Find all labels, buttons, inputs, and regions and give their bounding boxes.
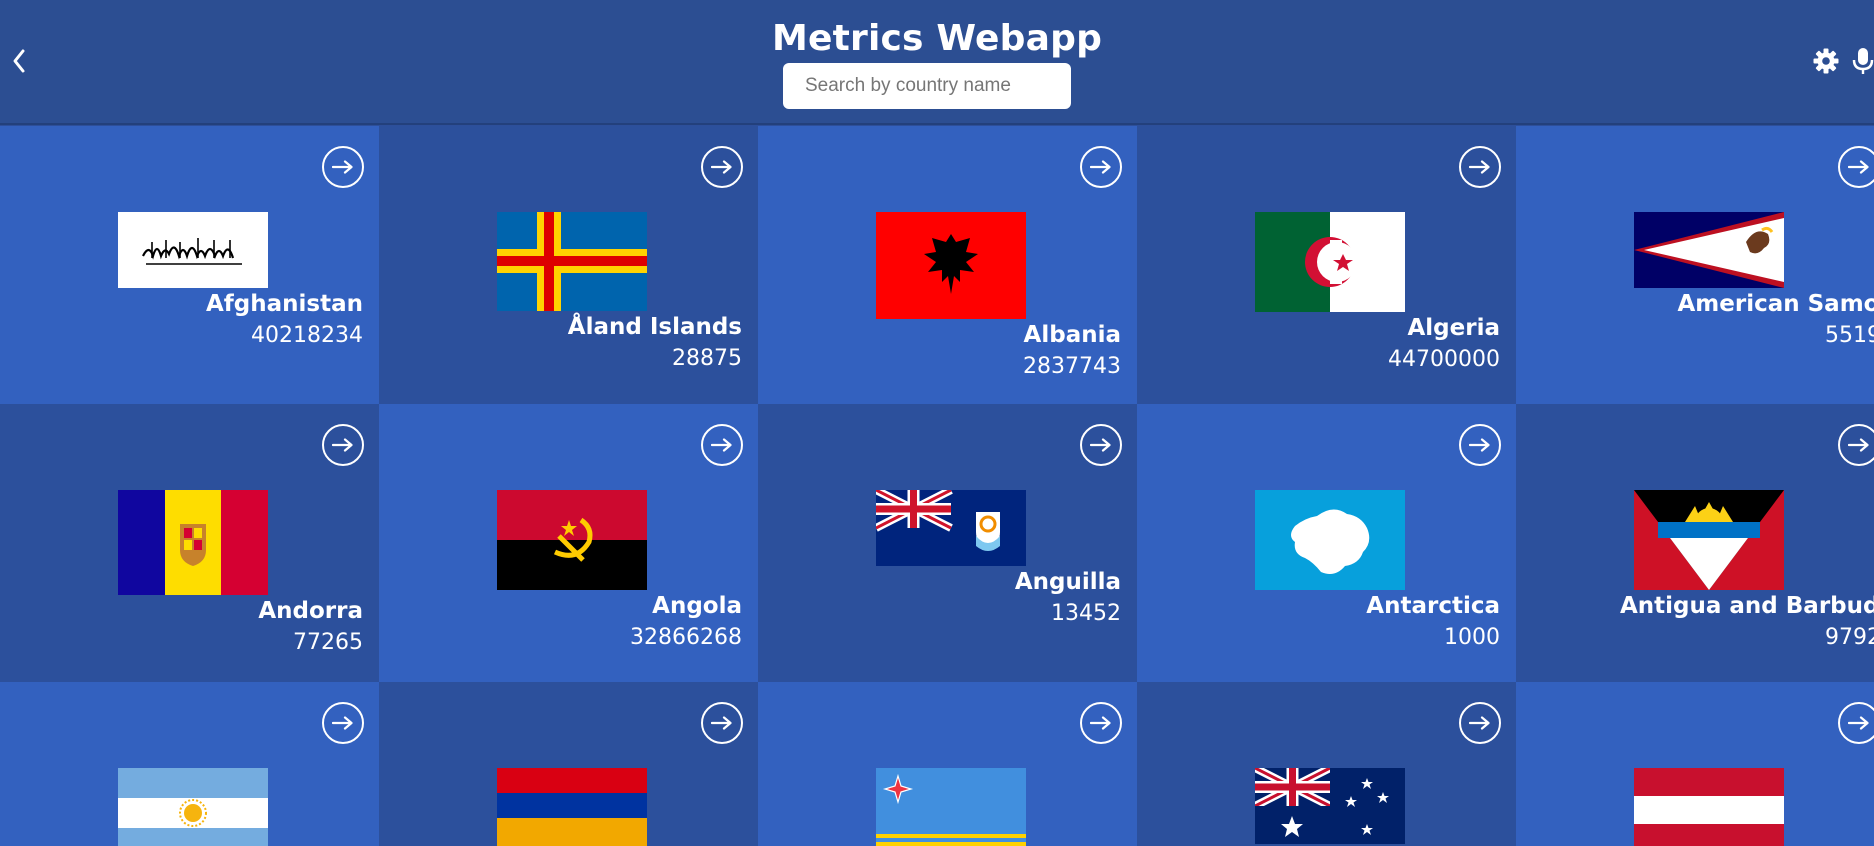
flag-antigua-and-barbuda <box>1634 490 1784 590</box>
country-name: Angola <box>652 593 742 619</box>
country-population: 28875 <box>672 346 742 371</box>
open-details-button[interactable] <box>1838 424 1874 466</box>
open-details-button[interactable] <box>322 146 364 188</box>
arrow-right-icon <box>1469 160 1490 174</box>
country-card[interactable]: Andorra 77265 <box>0 404 379 682</box>
country-name: Albania <box>1023 322 1121 348</box>
arrow-right-icon <box>1090 716 1111 730</box>
country-card[interactable]: Antigua and Barbuda 97928 <box>1516 404 1874 682</box>
open-details-button[interactable] <box>1459 146 1501 188</box>
country-card[interactable]: American Samoa 55197 <box>1516 126 1874 404</box>
country-population: 97928 <box>1825 625 1874 650</box>
country-name: Antarctica <box>1366 593 1500 619</box>
arrow-right-icon <box>1848 438 1869 452</box>
flag-austria <box>1634 768 1784 846</box>
country-population: 40218234 <box>251 323 363 348</box>
open-details-button[interactable] <box>1459 702 1501 744</box>
country-population: 1000 <box>1444 625 1500 650</box>
open-details-button[interactable] <box>701 146 743 188</box>
flag-australia <box>1255 768 1405 844</box>
flag-american-samoa <box>1634 212 1784 288</box>
country-population: 44700000 <box>1388 347 1500 372</box>
country-card[interactable] <box>379 682 758 846</box>
microphone-icon <box>1852 48 1874 74</box>
gear-icon <box>1813 48 1839 74</box>
flag-angola <box>497 490 647 590</box>
arrow-right-icon <box>1848 160 1869 174</box>
flag-aruba <box>876 768 1026 846</box>
flag-afghanistan <box>118 212 268 288</box>
flag-armenia <box>497 768 647 846</box>
country-card[interactable]: Albania 2837743 <box>758 126 1137 404</box>
country-card[interactable] <box>758 682 1137 846</box>
country-card[interactable]: Anguilla 13452 <box>758 404 1137 682</box>
settings-button[interactable] <box>1813 48 1839 74</box>
open-details-button[interactable] <box>1838 146 1874 188</box>
microphone-button[interactable] <box>1852 46 1874 76</box>
app-header: Metrics Webapp <box>0 0 1874 125</box>
country-name: Antigua and Barbuda <box>1619 593 1874 619</box>
country-card[interactable]: Åland Islands 28875 <box>379 126 758 404</box>
country-card[interactable]: Angola 32866268 <box>379 404 758 682</box>
open-details-button[interactable] <box>322 424 364 466</box>
open-details-button[interactable] <box>701 702 743 744</box>
arrow-right-icon <box>711 160 732 174</box>
open-details-button[interactable] <box>1080 146 1122 188</box>
open-details-button[interactable] <box>1080 424 1122 466</box>
flag-albania <box>876 212 1026 319</box>
arrow-right-icon <box>1090 160 1111 174</box>
flag-anguilla <box>876 490 1026 566</box>
country-name: American Samoa <box>1677 291 1874 317</box>
flag-argentina <box>118 768 268 846</box>
country-card[interactable] <box>0 682 379 846</box>
flag-antarctica <box>1255 490 1405 590</box>
arrow-right-icon <box>1469 438 1490 452</box>
flag-aland-islands <box>497 212 647 311</box>
country-population: 2837743 <box>1023 354 1121 379</box>
open-details-button[interactable] <box>1080 702 1122 744</box>
arrow-right-icon <box>332 716 353 730</box>
arrow-right-icon <box>1848 716 1869 730</box>
country-name: Afghanistan <box>205 291 363 317</box>
open-details-button[interactable] <box>1459 424 1501 466</box>
country-population: 32866268 <box>630 625 742 650</box>
arrow-right-icon <box>711 438 732 452</box>
country-population: 77265 <box>293 630 363 655</box>
country-card[interactable] <box>1516 682 1874 846</box>
country-name: Anguilla <box>1014 569 1121 595</box>
country-grid: Afghanistan 40218234 Åland Islands 28875 <box>0 126 1874 846</box>
country-card[interactable] <box>1137 682 1516 846</box>
open-details-button[interactable] <box>1838 702 1874 744</box>
country-name: Algeria <box>1407 315 1501 341</box>
country-card[interactable]: Antarctica 1000 <box>1137 404 1516 682</box>
country-card[interactable]: Afghanistan 40218234 <box>0 126 379 404</box>
country-card[interactable]: Algeria 44700000 <box>1137 126 1516 404</box>
page-title: Metrics Webapp <box>771 18 1103 59</box>
arrow-right-icon <box>1090 438 1111 452</box>
flag-andorra <box>118 490 268 595</box>
arrow-right-icon <box>711 716 732 730</box>
search-input[interactable] <box>783 63 1071 109</box>
arrow-right-icon <box>332 438 353 452</box>
arrow-right-icon <box>1469 716 1490 730</box>
country-name: Andorra <box>258 598 363 624</box>
country-name: Åland Islands <box>567 314 742 340</box>
country-population: 55197 <box>1825 323 1874 348</box>
arrow-right-icon <box>332 160 353 174</box>
country-population: 13452 <box>1051 601 1121 626</box>
open-details-button[interactable] <box>322 702 364 744</box>
flag-algeria <box>1255 212 1405 312</box>
open-details-button[interactable] <box>701 424 743 466</box>
